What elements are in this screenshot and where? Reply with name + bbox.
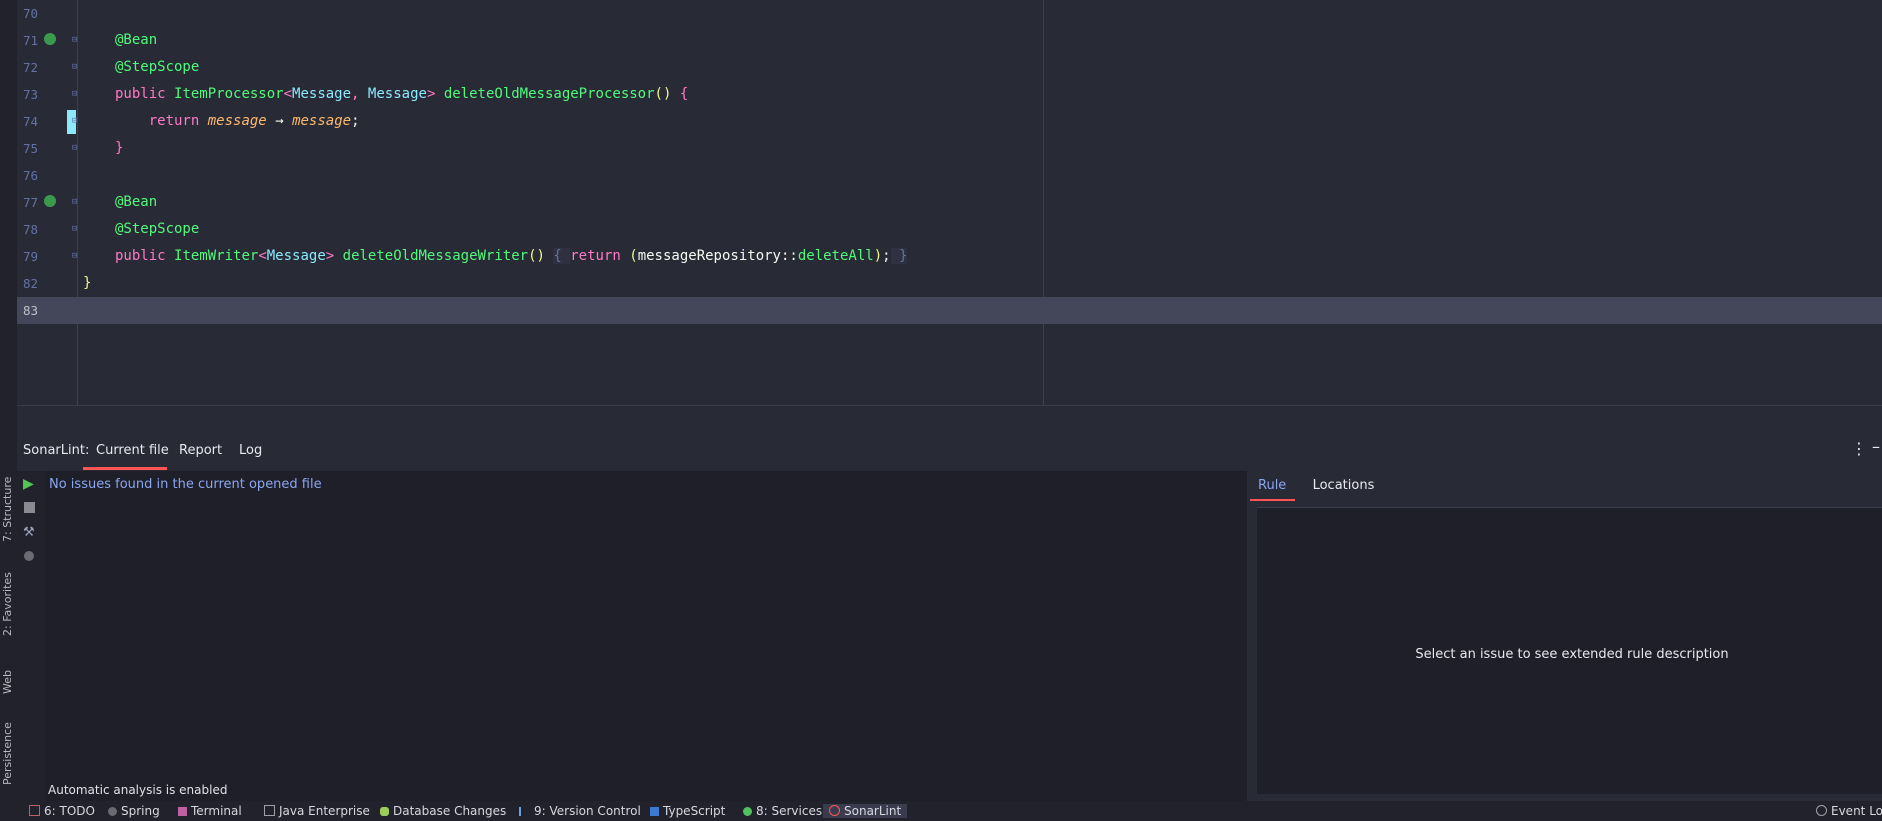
tool-java-enterprise[interactable]: Java Enterprise bbox=[264, 804, 370, 818]
line-number: 72 bbox=[23, 60, 39, 75]
tab-log[interactable]: Log bbox=[239, 443, 262, 458]
line-number: 79 bbox=[23, 249, 39, 264]
run-analysis-icon[interactable]: ▶ bbox=[23, 476, 34, 492]
line-number: 82 bbox=[23, 276, 39, 291]
code-text: @StepScope bbox=[115, 59, 200, 75]
editor-panel-separator[interactable] bbox=[17, 405, 1882, 430]
minimize-icon[interactable]: – bbox=[1872, 437, 1880, 456]
clear-icon[interactable] bbox=[24, 551, 34, 561]
code-line[interactable]: 77 ⊟ @Bean bbox=[17, 189, 1882, 216]
spring-bean-icon[interactable] bbox=[44, 33, 56, 45]
bottom-tool-bar: 6: TODO Spring Terminal Java Enterprise … bbox=[17, 801, 1882, 821]
code-line[interactable]: 78 ⊟ @StepScope bbox=[17, 216, 1882, 243]
tab-rule[interactable]: Rule bbox=[1258, 478, 1286, 493]
tool-version-control[interactable]: 9: Version Control bbox=[519, 804, 641, 818]
code-line[interactable]: 83 bbox=[17, 297, 1882, 324]
code-text: @StepScope bbox=[115, 221, 200, 237]
code-text: return message → message; bbox=[148, 113, 360, 129]
settings-icon[interactable]: ⚒ bbox=[23, 525, 35, 540]
line-number: 78 bbox=[23, 222, 39, 237]
code-text: } bbox=[115, 140, 124, 156]
tool-typescript[interactable]: TypeScript bbox=[650, 804, 725, 818]
analysis-status: Automatic analysis is enabled bbox=[48, 783, 228, 797]
code-text: public ItemWriter<Message> deleteOldMess… bbox=[115, 248, 908, 264]
code-text: @Bean bbox=[115, 194, 158, 210]
rule-description-area: Select an issue to see extended rule des… bbox=[1257, 507, 1882, 794]
event-log[interactable]: Event Log bbox=[1816, 804, 1882, 818]
rule-tab-indicator bbox=[1250, 499, 1295, 501]
sonarlint-toolbar: ▶ ⚒ bbox=[17, 471, 46, 801]
stop-icon[interactable] bbox=[24, 502, 35, 513]
code-line[interactable]: 82} bbox=[17, 270, 1882, 297]
code-text: public ItemProcessor<Message, Message> d… bbox=[115, 86, 689, 102]
tool-database-changes[interactable]: Database Changes bbox=[380, 804, 506, 818]
tool-spring[interactable]: Spring bbox=[108, 804, 160, 818]
code-line[interactable]: 72 ⊟ @StepScope bbox=[17, 54, 1882, 81]
tool-window-persistence[interactable]: Persistence bbox=[0, 715, 17, 785]
fold-icon[interactable]: ⊟ bbox=[72, 89, 81, 99]
fold-icon[interactable]: ⊟ bbox=[72, 251, 81, 261]
line-number: 74 bbox=[23, 114, 39, 129]
more-options-icon[interactable]: ⋮ bbox=[1851, 439, 1867, 458]
tool-todo[interactable]: 6: TODO bbox=[29, 804, 95, 818]
fold-icon[interactable]: ⊟ bbox=[72, 143, 81, 153]
tab-current-file[interactable]: Current file bbox=[96, 443, 169, 458]
code-line[interactable]: 79 ⊟ public ItemWriter<Message> deleteOldM… bbox=[17, 243, 1882, 270]
tab-locations[interactable]: Locations bbox=[1313, 478, 1375, 493]
tool-terminal[interactable]: Terminal bbox=[178, 804, 242, 818]
code-line[interactable]: 71 ⊟ @Bean bbox=[17, 27, 1882, 54]
sonarlint-tabs: SonarLint: Current file Report Log ⋮ – bbox=[17, 429, 1882, 471]
tab-report[interactable]: Report bbox=[179, 443, 222, 458]
rule-message: Select an issue to see extended rule des… bbox=[1415, 647, 1729, 662]
spring-bean-icon[interactable] bbox=[44, 195, 56, 207]
code-line[interactable]: 73 ⊟ public ItemProcessor<Message, Message… bbox=[17, 81, 1882, 108]
issues-message: No issues found in the current opened fi… bbox=[49, 477, 322, 492]
code-text: } bbox=[83, 275, 92, 291]
line-number: 70 bbox=[23, 6, 39, 21]
line-number: 76 bbox=[23, 168, 39, 183]
code-line[interactable]: 74 ⊟ return message → message; bbox=[17, 108, 1882, 135]
tool-window-web[interactable]: Web bbox=[0, 654, 17, 694]
code-editor[interactable]: 70 71 ⊟ @Bean 72 ⊟ @StepScope 73 ⊟ public ItemPro… bbox=[17, 0, 1882, 405]
fold-icon[interactable]: ⊟ bbox=[72, 197, 81, 207]
code-line[interactable]: 75 ⊟} bbox=[17, 135, 1882, 162]
active-tab-indicator bbox=[83, 467, 167, 470]
line-number: 83 bbox=[23, 303, 39, 318]
line-number: 73 bbox=[23, 87, 39, 102]
tool-services[interactable]: 8: Services bbox=[743, 804, 822, 818]
fold-icon[interactable]: ⊟ bbox=[72, 35, 81, 45]
code-line[interactable]: 70 bbox=[17, 0, 1882, 27]
rule-tabs: Rule Locations bbox=[1250, 478, 1375, 501]
fold-icon[interactable]: ⊟ bbox=[72, 224, 81, 234]
tool-sonarlint[interactable]: SonarLint bbox=[823, 804, 908, 818]
sonarlint-label: SonarLint: bbox=[23, 443, 90, 458]
code-line[interactable]: 76 bbox=[17, 162, 1882, 189]
fold-icon[interactable]: ⊟ bbox=[72, 62, 81, 72]
line-number: 75 bbox=[23, 141, 39, 156]
tool-window-favorites[interactable]: 2: Favorites bbox=[0, 556, 17, 636]
code-text: @Bean bbox=[115, 32, 158, 48]
fold-icon[interactable]: ⊟ bbox=[72, 116, 81, 126]
left-tool-strip bbox=[0, 0, 17, 821]
